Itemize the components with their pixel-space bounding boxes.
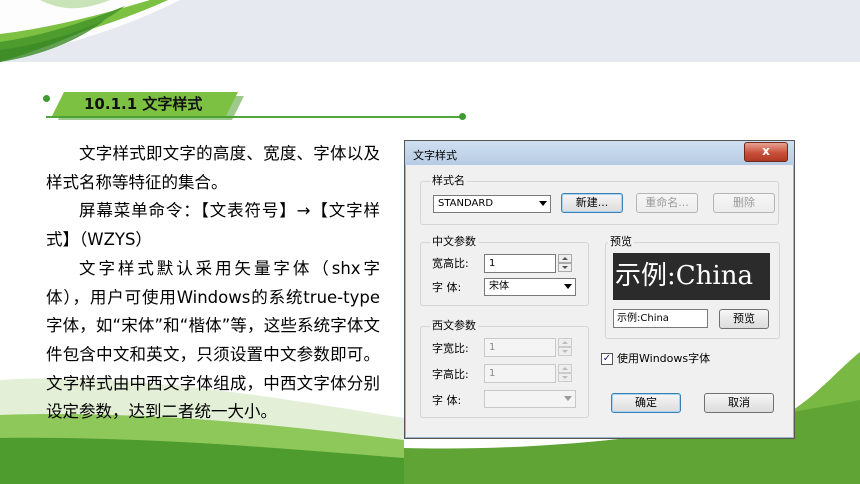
use-windows-font-label[interactable]: 使用Windows字体 (617, 352, 710, 366)
body-text: 文字样式即文字的高度、宽度、字体以及样式名称等特征的集合。 屏幕菜单命令：【文表… (46, 140, 380, 427)
paragraph-definition: 文字样式即文字的高度、宽度、字体以及样式名称等特征的集合。 (46, 144, 380, 192)
text-style-dialog: 文字样式 x 样式名 STANDARD 新建... 重命名... 删除 中文参数… (404, 140, 795, 439)
heading-dot-left (43, 95, 50, 102)
en-width-ratio-spinner[interactable] (558, 338, 572, 357)
preview-text-input[interactable]: 示例:China (613, 309, 708, 328)
section-title: 10.1.1 文字样式 (84, 95, 203, 113)
chevron-down-icon (564, 396, 572, 401)
preview-button[interactable]: 预览 (719, 309, 769, 329)
preview-group-label: 预览 (608, 235, 634, 248)
cn-width-ratio-spinner[interactable] (558, 254, 572, 273)
cancel-button[interactable]: 取消 (704, 393, 774, 413)
en-height-ratio-label: 字高比: (432, 368, 469, 381)
cn-width-ratio-label: 宽高比: (432, 257, 469, 270)
chevron-down-icon (539, 201, 547, 206)
ok-button[interactable]: 确定 (611, 393, 681, 413)
style-name-group-label: 样式名 (430, 174, 467, 187)
spin-down-icon (558, 263, 572, 272)
cn-font-dropdown[interactable]: 宋体 (484, 278, 576, 296)
spin-up-icon (558, 364, 572, 373)
paragraph-menu-command: 屏幕菜单命令：【文表符号】→【文字样式】（WZYS） (46, 201, 380, 250)
delete-style-button[interactable]: 删除 (713, 193, 775, 213)
style-name-dropdown[interactable]: STANDARD (433, 195, 551, 213)
close-icon: x (762, 144, 770, 158)
spin-down-icon (558, 347, 572, 356)
spin-up-icon (558, 254, 572, 263)
en-width-ratio-label: 字宽比: (432, 342, 469, 355)
cn-font-label: 字 体: (432, 281, 462, 294)
en-height-ratio-input[interactable]: 1 (484, 364, 556, 383)
close-button[interactable]: x (744, 142, 788, 162)
en-height-ratio-spinner[interactable] (558, 364, 572, 383)
en-width-ratio-input[interactable]: 1 (484, 338, 556, 357)
dialog-titlebar[interactable]: 文字样式 x (405, 141, 794, 165)
en-font-label: 字 体: (432, 394, 462, 407)
rename-style-button[interactable]: 重命名... (636, 193, 698, 213)
checkmark-icon: ✓ (602, 353, 612, 364)
use-windows-font-checkbox[interactable]: ✓ (601, 353, 613, 365)
cn-font-value: 宋体 (489, 281, 509, 292)
chinese-params-group (420, 242, 589, 306)
heading-dot-right (459, 113, 466, 120)
western-params-group-label: 西文参数 (430, 319, 478, 332)
paragraph-font-description: 文字样式默认采用矢量字体（shx字体），用户可使用Windows的系统true-… (46, 258, 380, 422)
chinese-params-group-label: 中文参数 (430, 235, 478, 248)
new-style-button[interactable]: 新建... (561, 193, 623, 213)
spin-down-icon (558, 373, 572, 382)
preview-sample: 示例:China (613, 253, 770, 300)
spin-up-icon (558, 338, 572, 347)
chevron-down-icon (564, 284, 572, 289)
en-font-dropdown[interactable] (484, 390, 576, 408)
style-name-value: STANDARD (438, 198, 494, 209)
dialog-title: 文字样式 (413, 149, 457, 162)
cn-width-ratio-input[interactable]: 1 (484, 254, 556, 273)
